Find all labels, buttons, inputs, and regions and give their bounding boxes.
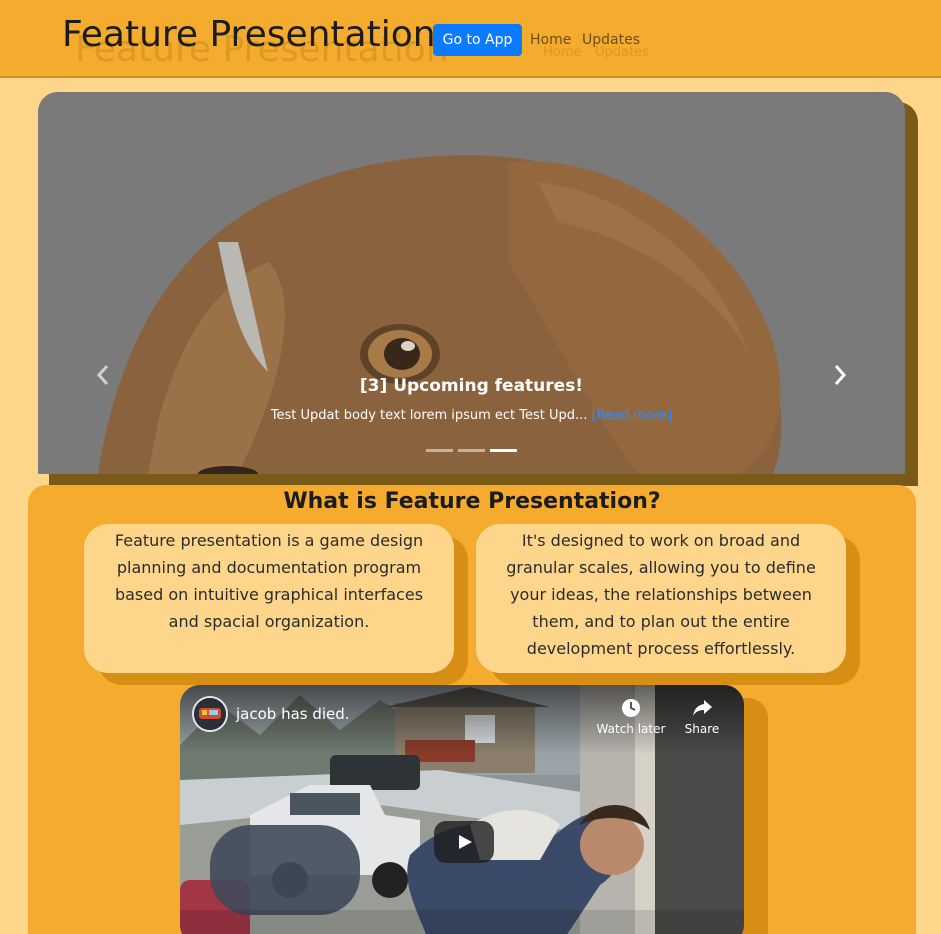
- share-label: Share: [684, 722, 720, 736]
- description-card: Feature presentation is a game design pl…: [84, 524, 454, 673]
- play-icon: [459, 835, 472, 849]
- share-icon: [693, 700, 712, 716]
- brand-container: Feature Presentation Feature Presentatio…: [62, 14, 449, 70]
- slide-caption-body: Test Updat body text lorem ipsum ect Tes…: [38, 408, 905, 423]
- carousel: [3] Upcoming features! Test Updat body t…: [38, 92, 905, 474]
- watch-later-button[interactable]: Watch later: [596, 697, 666, 736]
- navbar: Feature Presentation Feature Presentatio…: [0, 0, 941, 78]
- play-button[interactable]: [434, 821, 494, 863]
- carousel-indicator-2[interactable]: [458, 449, 485, 452]
- about-title: What is Feature Presentation?: [283, 489, 661, 514]
- description-card: It's designed to work on broad and granu…: [476, 524, 846, 673]
- about-section: What is Feature Presentation? Feature pr…: [28, 485, 916, 934]
- channel-avatar[interactable]: [192, 696, 228, 732]
- share-button[interactable]: Share: [667, 697, 737, 736]
- brand-title[interactable]: Feature Presentation: [62, 14, 436, 55]
- nav-link-home[interactable]: Home: [530, 32, 571, 48]
- slide-caption-text: Test Updat body text lorem ipsum ect Tes…: [270, 408, 588, 423]
- watch-later-label: Watch later: [596, 722, 666, 736]
- carousel-indicator-1[interactable]: [426, 449, 453, 452]
- read-more-link[interactable]: [Read more]: [592, 408, 673, 423]
- go-to-app-button[interactable]: Go to App: [433, 24, 522, 56]
- nav-link-updates[interactable]: Updates: [582, 32, 640, 48]
- video-title[interactable]: jacob has died.: [236, 705, 350, 723]
- carousel-indicator-3[interactable]: [490, 449, 517, 452]
- channel-logo-icon: [194, 698, 226, 730]
- clock-icon: [622, 699, 640, 717]
- video-embed[interactable]: jacob has died. Watch later Share: [180, 685, 744, 934]
- slide-caption-title: [3] Upcoming features!: [359, 376, 584, 396]
